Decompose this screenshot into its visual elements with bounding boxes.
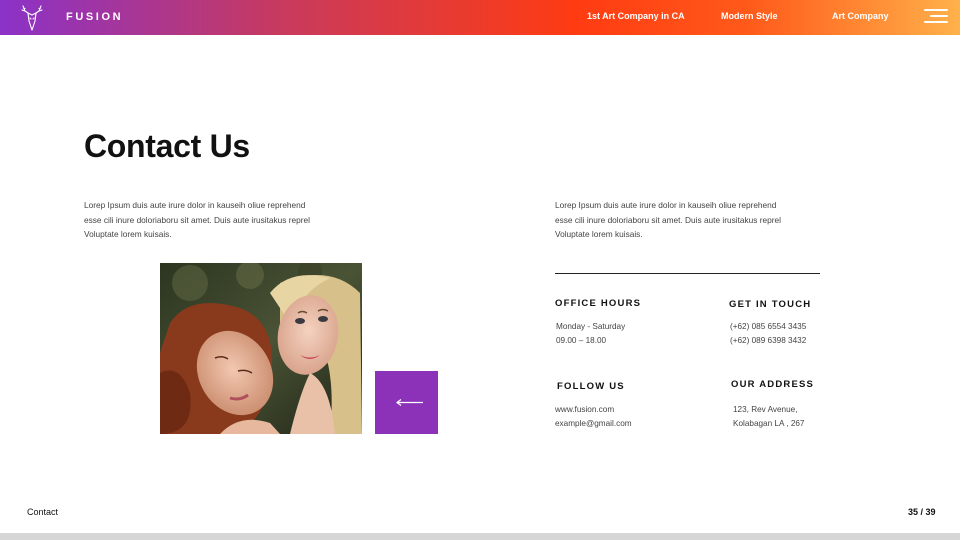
brand-name[interactable]: FUSION [66,11,123,23]
deer-head-icon[interactable] [20,5,44,31]
paragraph-line: Voluptate lorem kuisais. [84,229,172,240]
get-in-touch-heading: GET IN TOUCH [729,299,812,310]
page-title: Contact Us [84,128,250,164]
paragraph-line: Voluptate lorem kuisais. [555,229,643,240]
phone-number[interactable]: (+62) 089 6398 3432 [730,336,806,345]
bottom-scrollbar [0,533,960,540]
hamburger-menu-icon[interactable] [924,9,948,25]
website-link[interactable]: www.fusion.com [555,405,614,414]
top-bar: FUSION 1st Art Company in CA Modern Styl… [0,0,960,35]
nav-item-modern-style[interactable]: Modern Style [721,11,778,21]
paragraph-line: esse cili inure doloriaboru sit amet. Du… [84,214,310,225]
office-hours-time: 09.00 – 18.00 [556,336,607,345]
follow-us-heading: FOLLOW US [557,381,625,392]
paragraph-line: Lorep Ipsum duis aute irure dolor in kau… [84,200,306,210]
arrow-left-icon [396,399,423,406]
paragraph-line: esse cili inure doloriaboru sit amet. Du… [555,214,781,225]
nav-item-art-company[interactable]: Art Company [832,11,889,21]
address-line: 123, Rev Avenue, [733,405,798,414]
office-hours-heading: OFFICE HOURS [555,298,642,309]
portrait-photo [160,263,362,434]
page-indicator: 35 / 39 [908,507,936,517]
contact-divider [555,273,820,274]
office-hours-days: Monday - Saturday [556,322,626,331]
our-address-heading: OUR ADDRESS [731,379,815,390]
previous-arrow-button[interactable] [375,371,438,434]
nav-item-first-art-company[interactable]: 1st Art Company in CA [587,11,685,21]
intro-paragraph-left: Lorep Ipsum duis aute irure dolor in kau… [84,198,310,242]
paragraph-line: Lorep Ipsum duis aute irure dolor in kau… [555,200,777,210]
address-line: Kolabagan LA , 267 [733,419,805,428]
phone-number[interactable]: (+62) 085 6554 3435 [730,322,806,331]
email-link[interactable]: example@gmail.com [555,419,632,428]
footer-section-label: Contact [27,507,59,517]
intro-paragraph-right: Lorep Ipsum duis aute irure dolor in kau… [555,198,781,242]
